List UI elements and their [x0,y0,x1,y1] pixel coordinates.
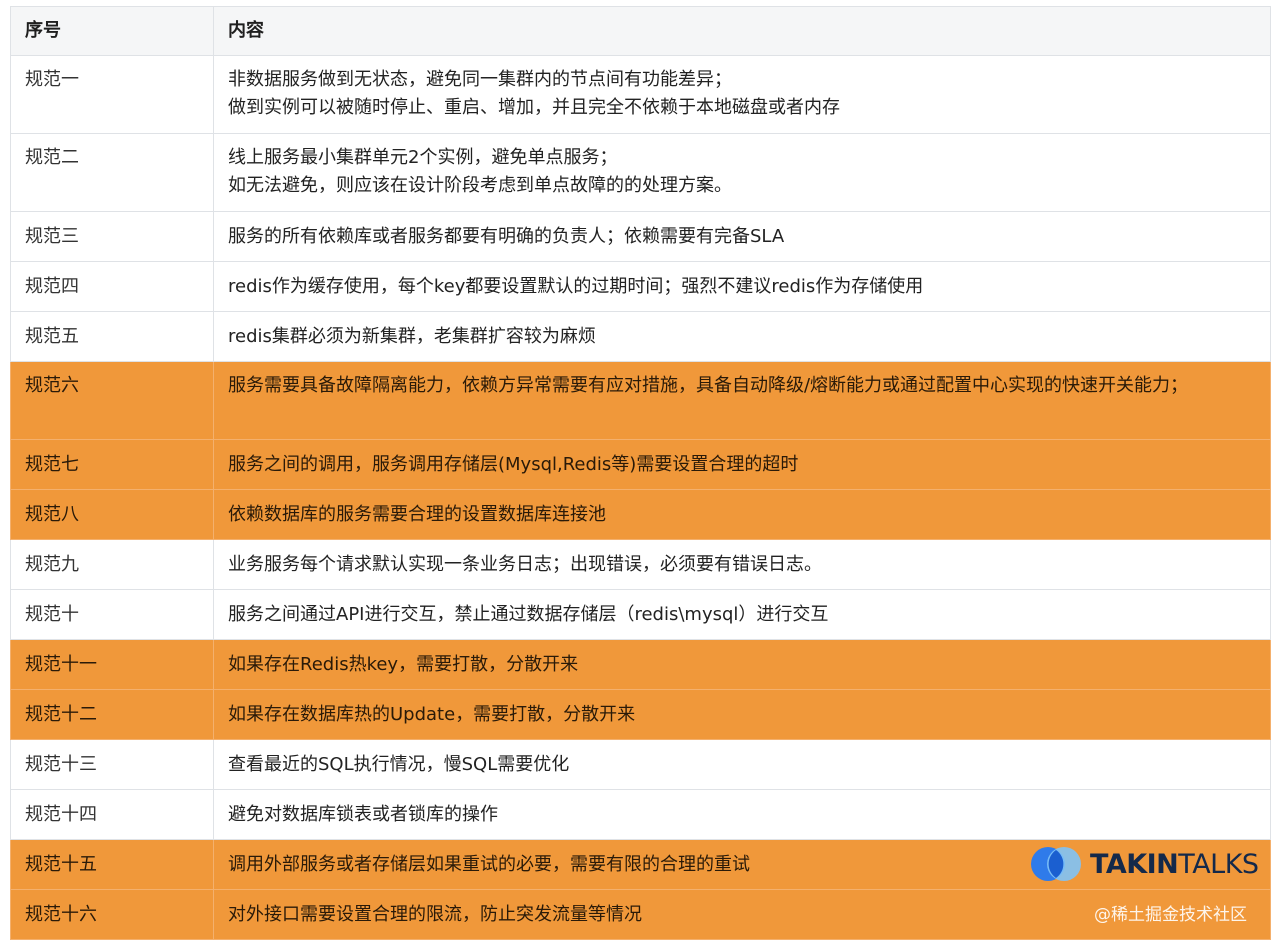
table-row: 规范二 线上服务最小集群单元2个实例，避免单点服务； 如无法避免，则应该在设计阶段考… [10,133,1271,212]
content-line: 如无法避免，则应该在设计阶段考虑到单点故障的的处理方案。 [228,175,732,196]
row-content-cell: redis集群必须为新集群，老集群扩容较为麻烦 [213,311,1271,362]
row-number-cell: 规范十 [10,589,214,640]
table-row: 规范九 业务服务每个请求默认实现一条业务日志；出现错误，必须要有错误日志。 [10,539,1271,590]
row-number-cell: 规范三 [10,211,214,262]
row-number-cell: 规范八 [10,489,214,540]
content-line: 做到实例可以被随时停止、重启、增加，并且完全不依赖于本地磁盘或者内存 [228,97,840,118]
row-number-cell: 规范二 [10,133,214,212]
row-content-cell: 业务服务每个请求默认实现一条业务日志；出现错误，必须要有错误日志。 [213,539,1271,590]
table-row: 规范十三 查看最近的SQL执行情况，慢SQL需要优化 [10,739,1271,790]
row-number-cell: 规范十五 [10,839,214,890]
logo-wordmark: TAKINTALKS [1090,849,1259,880]
row-content-cell: 服务之间通过API进行交互，禁止通过数据存储层（redis\mysql）进行交互 [213,589,1271,640]
table-row: 规范十一 如果存在Redis热key，需要打散，分散开来 [10,639,1271,690]
table-row: 规范一 非数据服务做到无状态，避免同一集群内的节点间有功能差异； 做到实例可以被随时… [10,55,1271,134]
row-number-cell: 规范五 [10,311,214,362]
row-content-cell: redis作为缓存使用，每个key都要设置默认的过期时间；强烈不建议redis作… [213,261,1271,312]
logo-text-bold: TAKIN [1090,848,1179,880]
table-header-row: 序号 内容 [10,6,1271,56]
table-row: 规范十四 避免对数据库锁表或者锁库的操作 [10,789,1271,840]
table-row: 规范七 服务之间的调用，服务调用存储层(Mysql,Redis等)需要设置合理的超… [10,439,1271,490]
row-number-cell: 规范十四 [10,789,214,840]
row-content-cell: 如果存在数据库热的Update，需要打散，分散开来 [213,689,1271,740]
content-line: 服务需要具备故障隔离能力，依赖方异常需要有应对措施，具备自动降级/熔断能力或通过… [228,375,1189,396]
page: 序号 内容 规范一 非数据服务做到无状态，避免同一集群内的节点间有功能差异； 做到实… [0,0,1280,948]
row-number-cell: 规范九 [10,539,214,590]
table-row: 规范十 服务之间通过API进行交互，禁止通过数据存储层（redis\mysql）进… [10,589,1271,640]
table-row: 规范十二 如果存在数据库热的Update，需要打散，分散开来 [10,689,1271,740]
content-line: 非数据服务做到无状态，避免同一集群内的节点间有功能差异； [228,69,732,90]
row-number-cell: 规范十一 [10,639,214,690]
content-line: 线上服务最小集群单元2个实例，避免单点服务； [228,147,618,168]
row-number-cell: 规范十二 [10,689,214,740]
spec-table: 序号 内容 规范一 非数据服务做到无状态，避免同一集群内的节点间有功能差异； 做到实… [10,6,1271,940]
row-content-cell: 非数据服务做到无状态，避免同一集群内的节点间有功能差异； 做到实例可以被随时停止、… [213,55,1271,134]
row-number-cell: 规范七 [10,439,214,490]
content-line: redis集群必须为新集群，老集群扩容较为麻烦 [228,325,596,347]
table-row: 规范十六 对外接口需要设置合理的限流，防止突发流量等情况 [10,889,1271,940]
content-line: redis作为缓存使用，每个key都要设置默认的过期时间；强烈不建议redis作… [228,275,924,297]
row-number-cell: 规范六 [10,361,214,440]
row-number-cell: 规范十六 [10,889,214,940]
table-row: 规范五 redis集群必须为新集群，老集群扩容较为麻烦 [10,311,1271,362]
content-line: 业务服务每个请求默认实现一条业务日志；出现错误，必须要有错误日志。 [228,553,822,575]
row-content-cell: 依赖数据库的服务需要合理的设置数据库连接池 [213,489,1271,540]
row-content-cell: 服务的所有依赖库或者服务都要有明确的负责人；依赖需要有完备SLA [213,211,1271,262]
table-row: 规范八 依赖数据库的服务需要合理的设置数据库连接池 [10,489,1271,540]
watermark-text: @稀土掘金技术社区 [1094,905,1247,925]
content-line: 查看最近的SQL执行情况，慢SQL需要优化 [228,753,570,775]
row-content-cell: 如果存在Redis热key，需要打散，分散开来 [213,639,1271,690]
table-row: 规范六 服务需要具备故障隔离能力，依赖方异常需要有应对措施，具备自动降级/熔断能力… [10,361,1271,440]
content-line: 服务之间通过API进行交互，禁止通过数据存储层（redis\mysql）进行交互 [228,603,829,625]
content-line: 如果存在数据库热的Update，需要打散，分散开来 [228,703,636,725]
row-content-cell: 服务需要具备故障隔离能力，依赖方异常需要有应对措施，具备自动降级/熔断能力或通过… [213,361,1271,440]
table-row: 规范四 redis作为缓存使用，每个key都要设置默认的过期时间；强烈不建议red… [10,261,1271,312]
row-content-cell: 避免对数据库锁表或者锁库的操作 [213,789,1271,840]
row-number-cell: 规范十三 [10,739,214,790]
takintalks-logo-icon [1031,847,1081,881]
row-content-cell: 线上服务最小集群单元2个实例，避免单点服务； 如无法避免，则应该在设计阶段考虑到单… [213,133,1271,212]
table-row: 规范三 服务的所有依赖库或者服务都要有明确的负责人；依赖需要有完备SLA [10,211,1271,262]
table-body: 规范一 非数据服务做到无状态，避免同一集群内的节点间有功能差异； 做到实例可以被随时… [10,55,1271,940]
row-number-cell: 规范一 [10,55,214,134]
row-number-cell: 规范四 [10,261,214,312]
content-line: 依赖数据库的服务需要合理的设置数据库连接池 [228,503,606,525]
content-line: 如果存在Redis热key，需要打散，分散开来 [228,653,579,675]
content-line: 避免对数据库锁表或者锁库的操作 [228,803,498,825]
logo-text-light: TALKS [1178,848,1259,880]
takintalks-logo: TAKINTALKS [1030,846,1259,882]
column-header-content: 内容 [213,6,1271,56]
column-header-number: 序号 [10,6,214,56]
row-content-cell: 查看最近的SQL执行情况，慢SQL需要优化 [213,739,1271,790]
content-line: 服务的所有依赖库或者服务都要有明确的负责人；依赖需要有完备SLA [228,225,785,247]
row-content-cell: 服务之间的调用，服务调用存储层(Mysql,Redis等)需要设置合理的超时 [213,439,1271,490]
content-line: 服务之间的调用，服务调用存储层(Mysql,Redis等)需要设置合理的超时 [228,453,799,475]
